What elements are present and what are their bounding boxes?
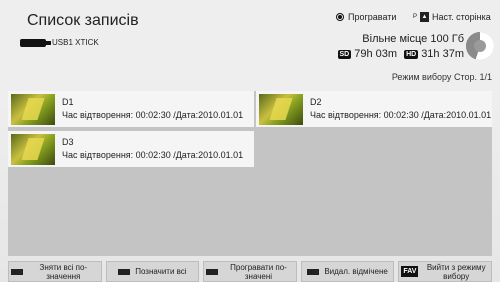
fav-key-icon: FAV (401, 266, 419, 277)
play-selected-button[interactable]: Програвати по-значені (203, 261, 297, 282)
list-item[interactable]: D2 Час відтворення: 00:02:30 /Дата:2010.… (256, 91, 492, 127)
yellow-key-icon (206, 268, 219, 275)
play-hint[interactable]: Програвати (336, 12, 396, 22)
play-label: Програвати (348, 12, 397, 22)
header: Список записів USB1 XTICK Програвати P ▲… (0, 0, 500, 88)
list-item[interactable]: D3 Час відтворення: 00:02:30 /Дата:2010.… (8, 131, 254, 167)
mode-status: Режим вибору Стор. 1/1 (392, 72, 492, 82)
hd-time: 31h 37m (421, 48, 464, 60)
recording-thumbnail (11, 93, 55, 125)
select-all-button[interactable]: Позначити всі (105, 261, 200, 282)
delete-selected-label: Видал. відмічене (324, 267, 388, 276)
delete-selected-button[interactable]: Видал. відмічене (300, 261, 395, 282)
sd-badge: SD (337, 49, 352, 59)
recording-name: D3 (62, 137, 74, 147)
page-key-icon: P (413, 14, 418, 20)
recording-info: Час відтворення: 00:02:30 /Дата:2010.01.… (62, 110, 244, 120)
recording-info: Час відтворення: 00:02:30 /Дата:2010.01.… (62, 150, 244, 160)
exit-selection-button[interactable]: FAV Вийти з режиму вибору (398, 261, 492, 282)
recording-name: D2 (310, 97, 322, 107)
next-page-hint[interactable]: P ▲ Наст. сторінка (413, 12, 491, 22)
select-all-label: Позначити всі (135, 267, 187, 276)
recording-thumbnail (259, 93, 303, 125)
recording-info: Час відтворення: 00:02:30 /Дата:2010.01.… (310, 110, 492, 120)
deselect-all-button[interactable]: Зняти всі по-значення (8, 261, 102, 282)
usb-device: USB1 XTICK (20, 38, 99, 47)
play-selected-label: Програвати по-значені (230, 262, 287, 281)
deselect-all-label: Зняти всі по-значення (39, 262, 88, 281)
hd-badge: HD (404, 49, 419, 59)
ok-button-icon (336, 13, 344, 21)
free-space: Вільне місце 100 Гб (362, 33, 464, 45)
exit-selection-label: Вийти з режиму вибору (426, 262, 486, 281)
red-key-icon (11, 268, 23, 275)
list-item[interactable]: D1 Час відтворення: 00:02:30 /Дата:2010.… (8, 91, 254, 127)
usb-icon (20, 38, 51, 47)
disk-usage-icon (466, 32, 494, 60)
page-label: Стор. 1/1 (453, 72, 492, 82)
page-title: Список записів (27, 12, 139, 29)
mode-label: Режим вибору (391, 72, 452, 82)
sd-time: 79h 03m (354, 48, 398, 60)
remaining-times: SD 79h 03m HD 31h 37m (337, 48, 464, 60)
recording-thumbnail (11, 133, 55, 165)
blue-key-icon (307, 268, 320, 275)
next-page-label: Наст. сторінка (432, 12, 491, 22)
recordings-screen: Список записів USB1 XTICK Програвати P ▲… (0, 0, 500, 282)
footer-buttons: Зняти всі по-значення Позначити всі Прог… (8, 261, 492, 282)
green-key-icon (118, 268, 131, 275)
page-updown-icon: ▲ (420, 12, 430, 22)
recordings-list: D1 Час відтворення: 00:02:30 /Дата:2010.… (8, 91, 492, 256)
usb-device-label: USB1 XTICK (52, 38, 99, 47)
recording-name: D1 (62, 97, 74, 107)
